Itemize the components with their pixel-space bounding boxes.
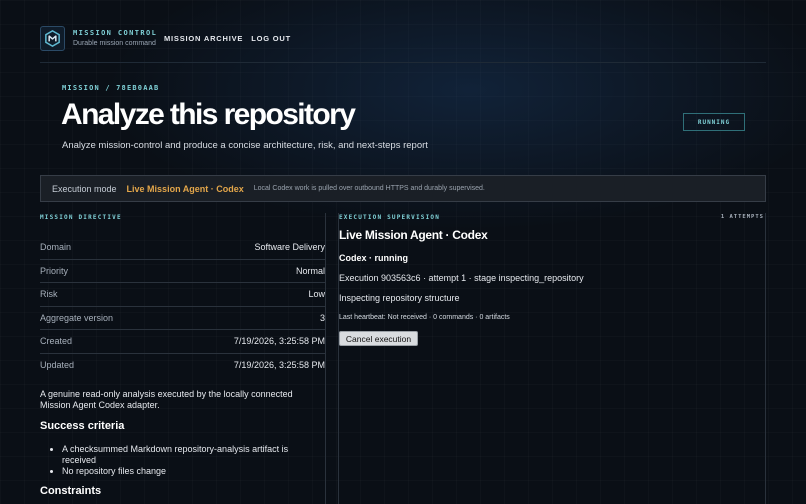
app-header: MISSION CONTROL Durable mission command …	[40, 26, 766, 63]
directive-row-created: Created 7/19/2026, 3:25:58 PM	[40, 330, 325, 354]
execution-mode-bar: Execution mode Live Mission Agent · Code…	[40, 175, 766, 202]
directive-row-aggregate-version: Aggregate version 3	[40, 307, 325, 330]
list-item: A checksummed Markdown repository-analys…	[62, 444, 312, 466]
row-key: Priority	[40, 265, 69, 276]
row-value: 7/19/2026, 3:25:58 PM	[233, 360, 325, 371]
execution-mode-value: Live Mission Agent · Codex	[126, 183, 244, 194]
row-value: Normal	[295, 265, 325, 276]
directive-description: A genuine read-only analysis executed by…	[40, 389, 293, 410]
inspect-line: Inspecting repository structure	[339, 293, 460, 303]
success-criteria-list: A checksummed Markdown repository-analys…	[62, 444, 312, 477]
row-value: Low	[308, 289, 325, 300]
directive-row-updated: Updated 7/19/2026, 3:25:58 PM	[40, 354, 325, 378]
breadcrumb: MISSION / 78EB0AAB	[62, 84, 160, 92]
cancel-execution-button[interactable]: Cancel execution	[339, 331, 418, 346]
directive-row-priority: Priority Normal	[40, 260, 325, 283]
execution-mode-label: Execution mode	[52, 183, 117, 194]
nav-logout-link[interactable]: LOG OUT	[251, 34, 291, 43]
mission-directive-label: MISSION DIRECTIVE	[40, 214, 122, 221]
page-title: Analyze this repository	[61, 98, 356, 131]
execution-mode-description: Local Codex work is pulled over outbound…	[253, 185, 485, 192]
row-key: Updated	[40, 360, 75, 371]
constraints-heading: Constraints	[40, 485, 102, 497]
execution-line: Execution 903563c6 · attempt 1 · stage i…	[339, 273, 584, 283]
row-value: Software Delivery	[254, 242, 325, 253]
brand-subtitle: Durable mission command	[73, 40, 156, 47]
heartbeat-status: Last heartbeat: Not received · 0 command…	[339, 314, 510, 321]
success-criteria-heading: Success criteria	[40, 420, 125, 432]
row-key: Created	[40, 336, 73, 347]
list-item: No repository files change	[62, 466, 312, 477]
brand-title: MISSION CONTROL	[73, 29, 158, 37]
mission-directive-panel: MISSION DIRECTIVE Domain Software Delive…	[40, 213, 326, 504]
row-value: 3	[319, 312, 325, 323]
mission-control-logo-icon[interactable]	[40, 26, 65, 51]
agent-title: Live Mission Agent · Codex	[339, 228, 488, 242]
attempts-count: 1 ATTEMPTS	[720, 214, 764, 220]
row-key: Aggregate version	[40, 312, 114, 323]
execution-supervision-label: EXECUTION SUPERVISION	[339, 214, 441, 221]
top-nav: MISSION ARCHIVE LOG OUT	[164, 34, 291, 43]
directive-row-risk: Risk Low	[40, 283, 325, 307]
agent-state: Codex · running	[339, 253, 408, 263]
status-badge: RUNNING	[683, 113, 745, 131]
directive-row-domain: Domain Software Delivery	[40, 236, 325, 260]
page-subtitle: Analyze mission-control and produce a co…	[62, 140, 428, 151]
row-key: Domain	[40, 242, 72, 253]
execution-supervision-panel: EXECUTION SUPERVISION 1 ATTEMPTS Live Mi…	[338, 213, 766, 504]
row-value: 7/19/2026, 3:25:58 PM	[233, 336, 325, 347]
row-key: Risk	[40, 289, 58, 300]
nav-mission-archive-link[interactable]: MISSION ARCHIVE	[164, 34, 243, 43]
